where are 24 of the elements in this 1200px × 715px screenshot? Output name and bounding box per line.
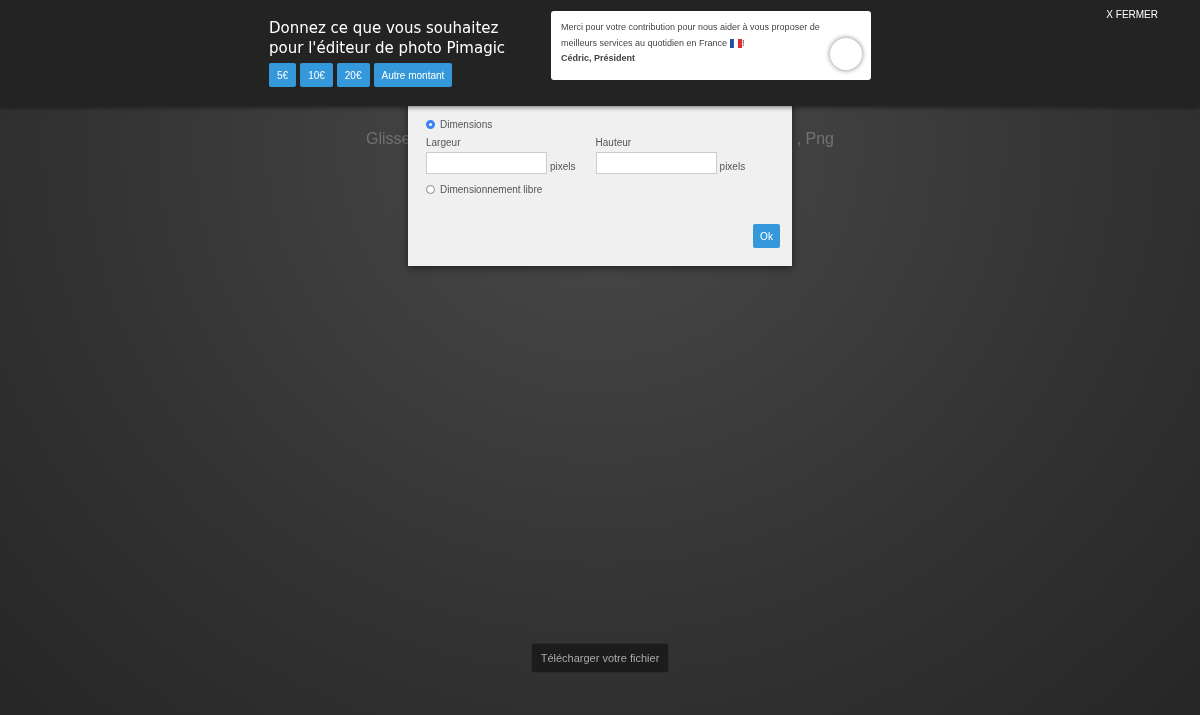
amount-button[interactable]: 20€	[336, 63, 370, 87]
amount-button[interactable]: 5€	[269, 63, 297, 87]
donation-title: Donnez ce que vous souhaitez pour l'éditeur de photo Pimagic	[269, 18, 507, 58]
field-label: Hauteur	[595, 137, 633, 148]
radio-label: Dimensionnement libre	[440, 183, 543, 195]
radio-button[interactable]	[426, 184, 435, 194]
message-text: !	[742, 37, 745, 50]
input-field[interactable]	[595, 152, 717, 174]
field-label: Largeur	[426, 137, 462, 148]
amount-button[interactable]: 10€	[300, 63, 333, 87]
unit-label: pixels	[719, 161, 746, 174]
amount-button[interactable]: Autre montant	[373, 63, 453, 87]
radio-label: Dimensions	[440, 118, 493, 130]
upload-button[interactable]: Télécharger votre fichier	[530, 643, 670, 673]
unit-label: pixels	[550, 161, 576, 174]
avatar-circle	[830, 38, 862, 70]
message-text: meilleurs services au quotidien en France	[561, 37, 728, 50]
ok-button[interactable]: Ok	[753, 224, 780, 248]
flag-icon	[730, 38, 743, 48]
input-field[interactable]	[426, 152, 547, 174]
signature: Cédric, Président	[561, 53, 637, 63]
radio-button[interactable]	[426, 119, 435, 129]
close-button[interactable]: X FERMER	[1106, 9, 1158, 20]
message-text: Merci pour votre contribution pour nous aider à vous proposer de	[561, 22, 820, 32]
